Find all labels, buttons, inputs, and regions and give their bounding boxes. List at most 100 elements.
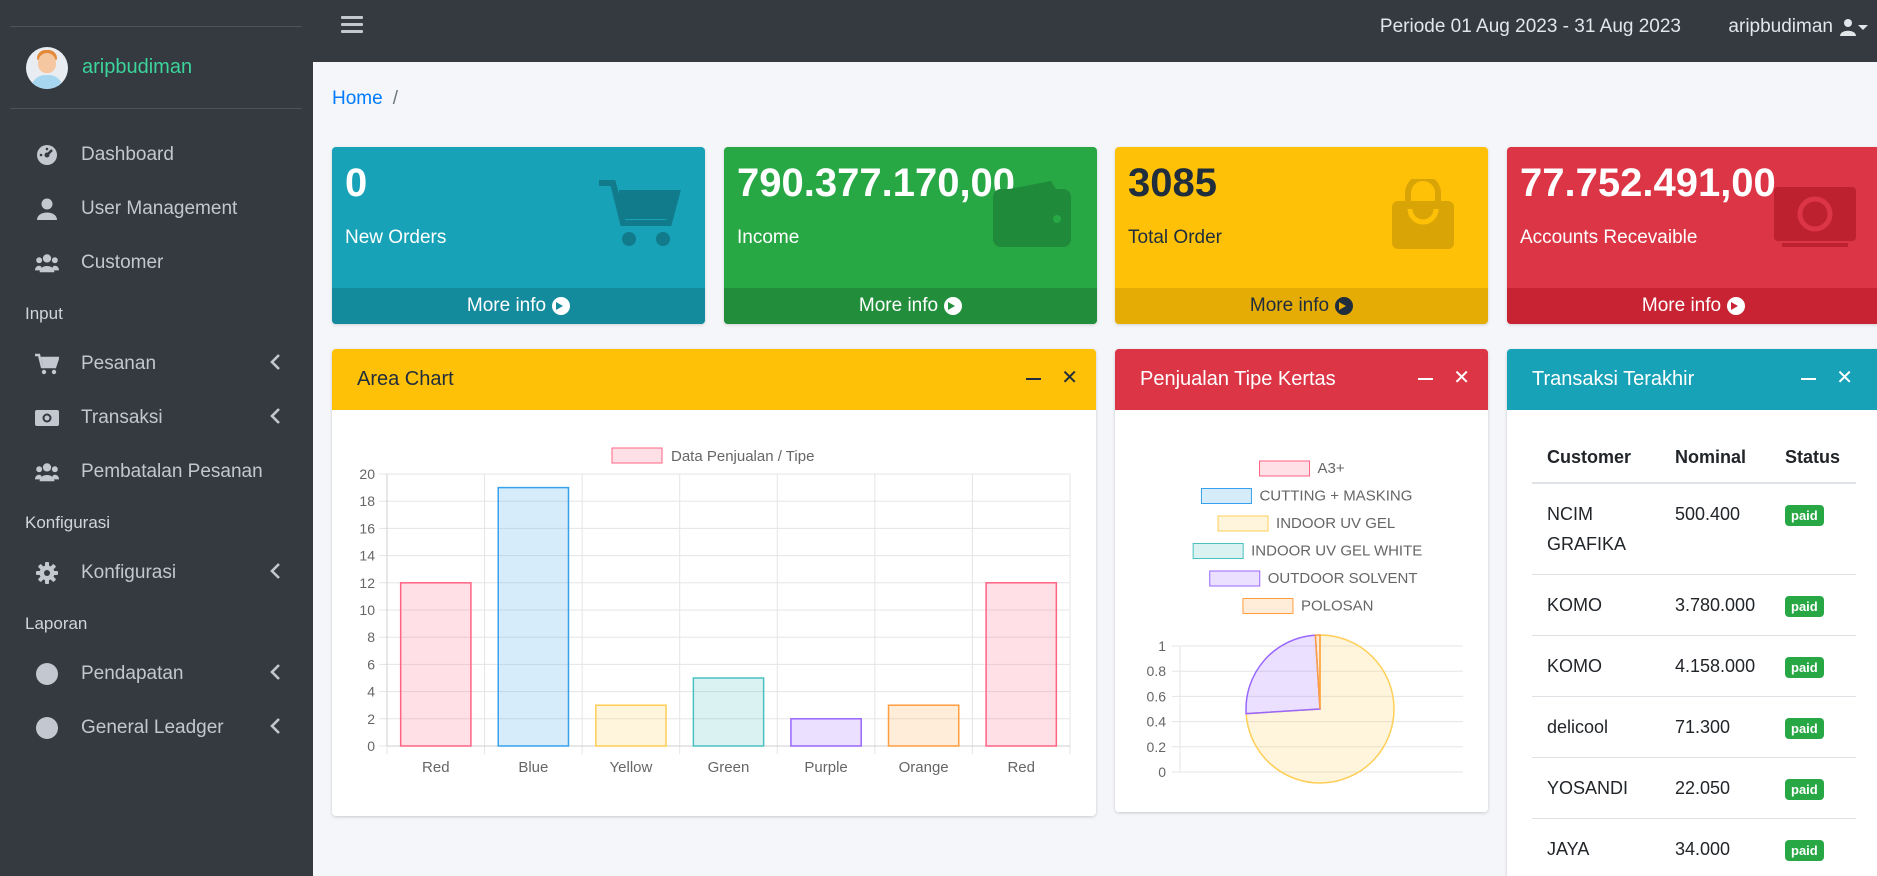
- legend-swatch: [1192, 543, 1244, 559]
- table-row[interactable]: JAYA 34.000 paid: [1532, 818, 1856, 876]
- nominal-cell: 4.158.000: [1660, 635, 1770, 697]
- arrow-circle-right-icon: [1335, 297, 1354, 315]
- table-row[interactable]: KOMO 3.780.000 paid: [1532, 574, 1856, 636]
- sidebar-item-transaksi[interactable]: Transaksi: [0, 391, 313, 445]
- breadcrumb-home-link[interactable]: Home: [332, 88, 383, 109]
- column-header-status[interactable]: Status: [1770, 434, 1856, 484]
- x-tick-label: Green: [708, 759, 750, 776]
- bar[interactable]: [692, 677, 765, 747]
- y-tick-label: 0: [1158, 764, 1166, 780]
- circle-icon: [35, 716, 59, 740]
- arrow-circle-right-icon: [1727, 297, 1746, 315]
- nominal-cell: 500.400: [1660, 482, 1770, 575]
- accounts-receivable-value: 77.752.491,00: [1520, 161, 1776, 205]
- column-header-customer[interactable]: Customer: [1532, 434, 1660, 484]
- status-cell: paid: [1770, 818, 1856, 876]
- wallet-icon: [993, 181, 1071, 247]
- close-icon[interactable]: ✕: [1836, 368, 1853, 388]
- customer-cell: NCIM GRAFIKA: [1532, 482, 1660, 575]
- table-row[interactable]: NCIM GRAFIKA 500.400 paid: [1532, 482, 1856, 575]
- paper-type-sales-card-header: Penjualan Tipe Kertas ✕: [1115, 349, 1488, 410]
- paper-type-sales-title: Penjualan Tipe Kertas: [1140, 368, 1336, 390]
- bar[interactable]: [790, 718, 862, 747]
- collapse-icon[interactable]: [1418, 378, 1434, 380]
- sidebar: aripbudiman Dashboard User Management Cust…: [0, 0, 313, 876]
- sidebar-item-label: Pembatalan Pesanan: [81, 461, 263, 482]
- dashboard-icon: [35, 143, 59, 167]
- legend-swatch: [1259, 460, 1311, 477]
- caret-down-icon: [1858, 25, 1868, 30]
- sidebar-item-dashboard[interactable]: Dashboard: [0, 128, 313, 182]
- sidebar-item-general-leadger[interactable]: General Leadger: [0, 701, 313, 755]
- new-orders-more-info-link[interactable]: More info: [332, 288, 705, 324]
- x-tick-label: Red: [1007, 759, 1035, 776]
- pie-chart: A3+ CUTTING + MASKING INDOOR UV GEL INDOOR …: [1115, 460, 1488, 812]
- legend-swatch: [1200, 488, 1252, 504]
- sidebar-item-pendapatan[interactable]: Pendapatan: [0, 647, 313, 701]
- period-label: Periode 01 Aug 2023 - 31 Aug 2023: [1379, 16, 1681, 37]
- collapse-icon[interactable]: [1026, 378, 1042, 380]
- sidebar-item-user-management[interactable]: User Management: [0, 182, 313, 236]
- y-tick-label: 12: [359, 575, 375, 591]
- legend-label: A3+: [1318, 460, 1345, 477]
- transactions-table: Customer Nominal Status NCIM GRAFIKA 500.…: [1532, 434, 1856, 876]
- sidebar-item-pesanan[interactable]: Pesanan: [0, 337, 313, 391]
- legend-swatch: [611, 447, 663, 464]
- bar[interactable]: [985, 582, 1058, 747]
- status-badge: paid: [1785, 779, 1824, 800]
- area-chart-card: Area Chart ✕ Data Penjualan / Tipe 0 2 4 6 8 1…: [332, 349, 1096, 816]
- user-panel[interactable]: aripbudiman: [10, 26, 302, 109]
- status-cell: paid: [1770, 635, 1856, 697]
- column-header-nominal[interactable]: Nominal: [1660, 434, 1770, 484]
- sidebar-item-label: General Leadger: [81, 717, 224, 738]
- total-order-more-info-link[interactable]: More info: [1115, 288, 1488, 324]
- users-icon: [35, 251, 59, 275]
- y-tick-label: 0.8: [1147, 663, 1167, 679]
- customer-cell: KOMO: [1532, 635, 1660, 697]
- collapse-icon[interactable]: [1801, 378, 1817, 380]
- x-tick-label: Blue: [518, 759, 548, 776]
- status-cell: paid: [1770, 574, 1856, 636]
- customer-cell: KOMO: [1532, 574, 1660, 636]
- sidebar-item-konfigurasi[interactable]: Konfigurasi: [0, 546, 313, 600]
- income-more-info-link[interactable]: More info: [724, 288, 1097, 324]
- sidebar-item-label: Dashboard: [81, 144, 174, 165]
- accounts-receivable-label: Accounts Recevaible: [1520, 227, 1698, 248]
- table-row[interactable]: delicool 71.300 paid: [1532, 696, 1856, 758]
- area-chart-card-header: Area Chart ✕: [332, 349, 1096, 410]
- bar[interactable]: [887, 704, 960, 747]
- user-menu-name[interactable]: aripbudiman: [1728, 16, 1833, 38]
- bar[interactable]: [399, 582, 472, 747]
- sidebar-item-label: Pesanan: [81, 353, 157, 374]
- table-row[interactable]: YOSANDI 22.050 paid: [1532, 757, 1856, 819]
- y-tick-label: 2: [367, 711, 375, 727]
- sidebar-item-label: Konfigurasi: [81, 562, 177, 583]
- bar[interactable]: [595, 704, 667, 747]
- customer-cell: delicool: [1532, 696, 1660, 758]
- sidebar-header-laporan: Laporan: [25, 613, 88, 633]
- accounts-receivable-box: 77.752.491,00 Accounts Recevaible More i…: [1507, 147, 1877, 324]
- sidebar-item-pembatalan-pesanan[interactable]: Pembatalan Pesanan: [0, 445, 313, 499]
- close-icon[interactable]: ✕: [1453, 368, 1470, 388]
- users-icon: [35, 460, 59, 484]
- user-menu[interactable]: aripbudiman: [1728, 16, 1869, 38]
- sidebar-item-customer[interactable]: Customer: [0, 236, 313, 290]
- legend-label: CUTTING + MASKING: [1259, 488, 1412, 505]
- total-order-label: Total Order: [1128, 227, 1222, 248]
- bar[interactable]: [497, 486, 570, 747]
- user-name[interactable]: aripbudiman: [82, 56, 192, 79]
- table-row[interactable]: KOMO 4.158.000 paid: [1532, 635, 1856, 697]
- cart-icon: [599, 180, 681, 246]
- status-badge: paid: [1785, 657, 1824, 678]
- cart-icon: [35, 352, 59, 376]
- menu-toggle-icon[interactable]: [341, 16, 363, 38]
- accounts-receivable-more-info-link[interactable]: More info: [1507, 288, 1877, 324]
- total-order-box: 3085 Total Order More info: [1115, 147, 1488, 324]
- nominal-cell: 34.000: [1660, 818, 1770, 876]
- chevron-left-icon: [269, 407, 281, 431]
- more-info-label: More info: [858, 295, 939, 316]
- legend-label: INDOOR UV GEL WHITE: [1251, 543, 1422, 560]
- latest-transactions-card: Transaksi Terakhir ✕ Customer Nominal St…: [1507, 349, 1877, 876]
- close-icon[interactable]: ✕: [1061, 368, 1078, 388]
- status-badge: paid: [1785, 505, 1824, 526]
